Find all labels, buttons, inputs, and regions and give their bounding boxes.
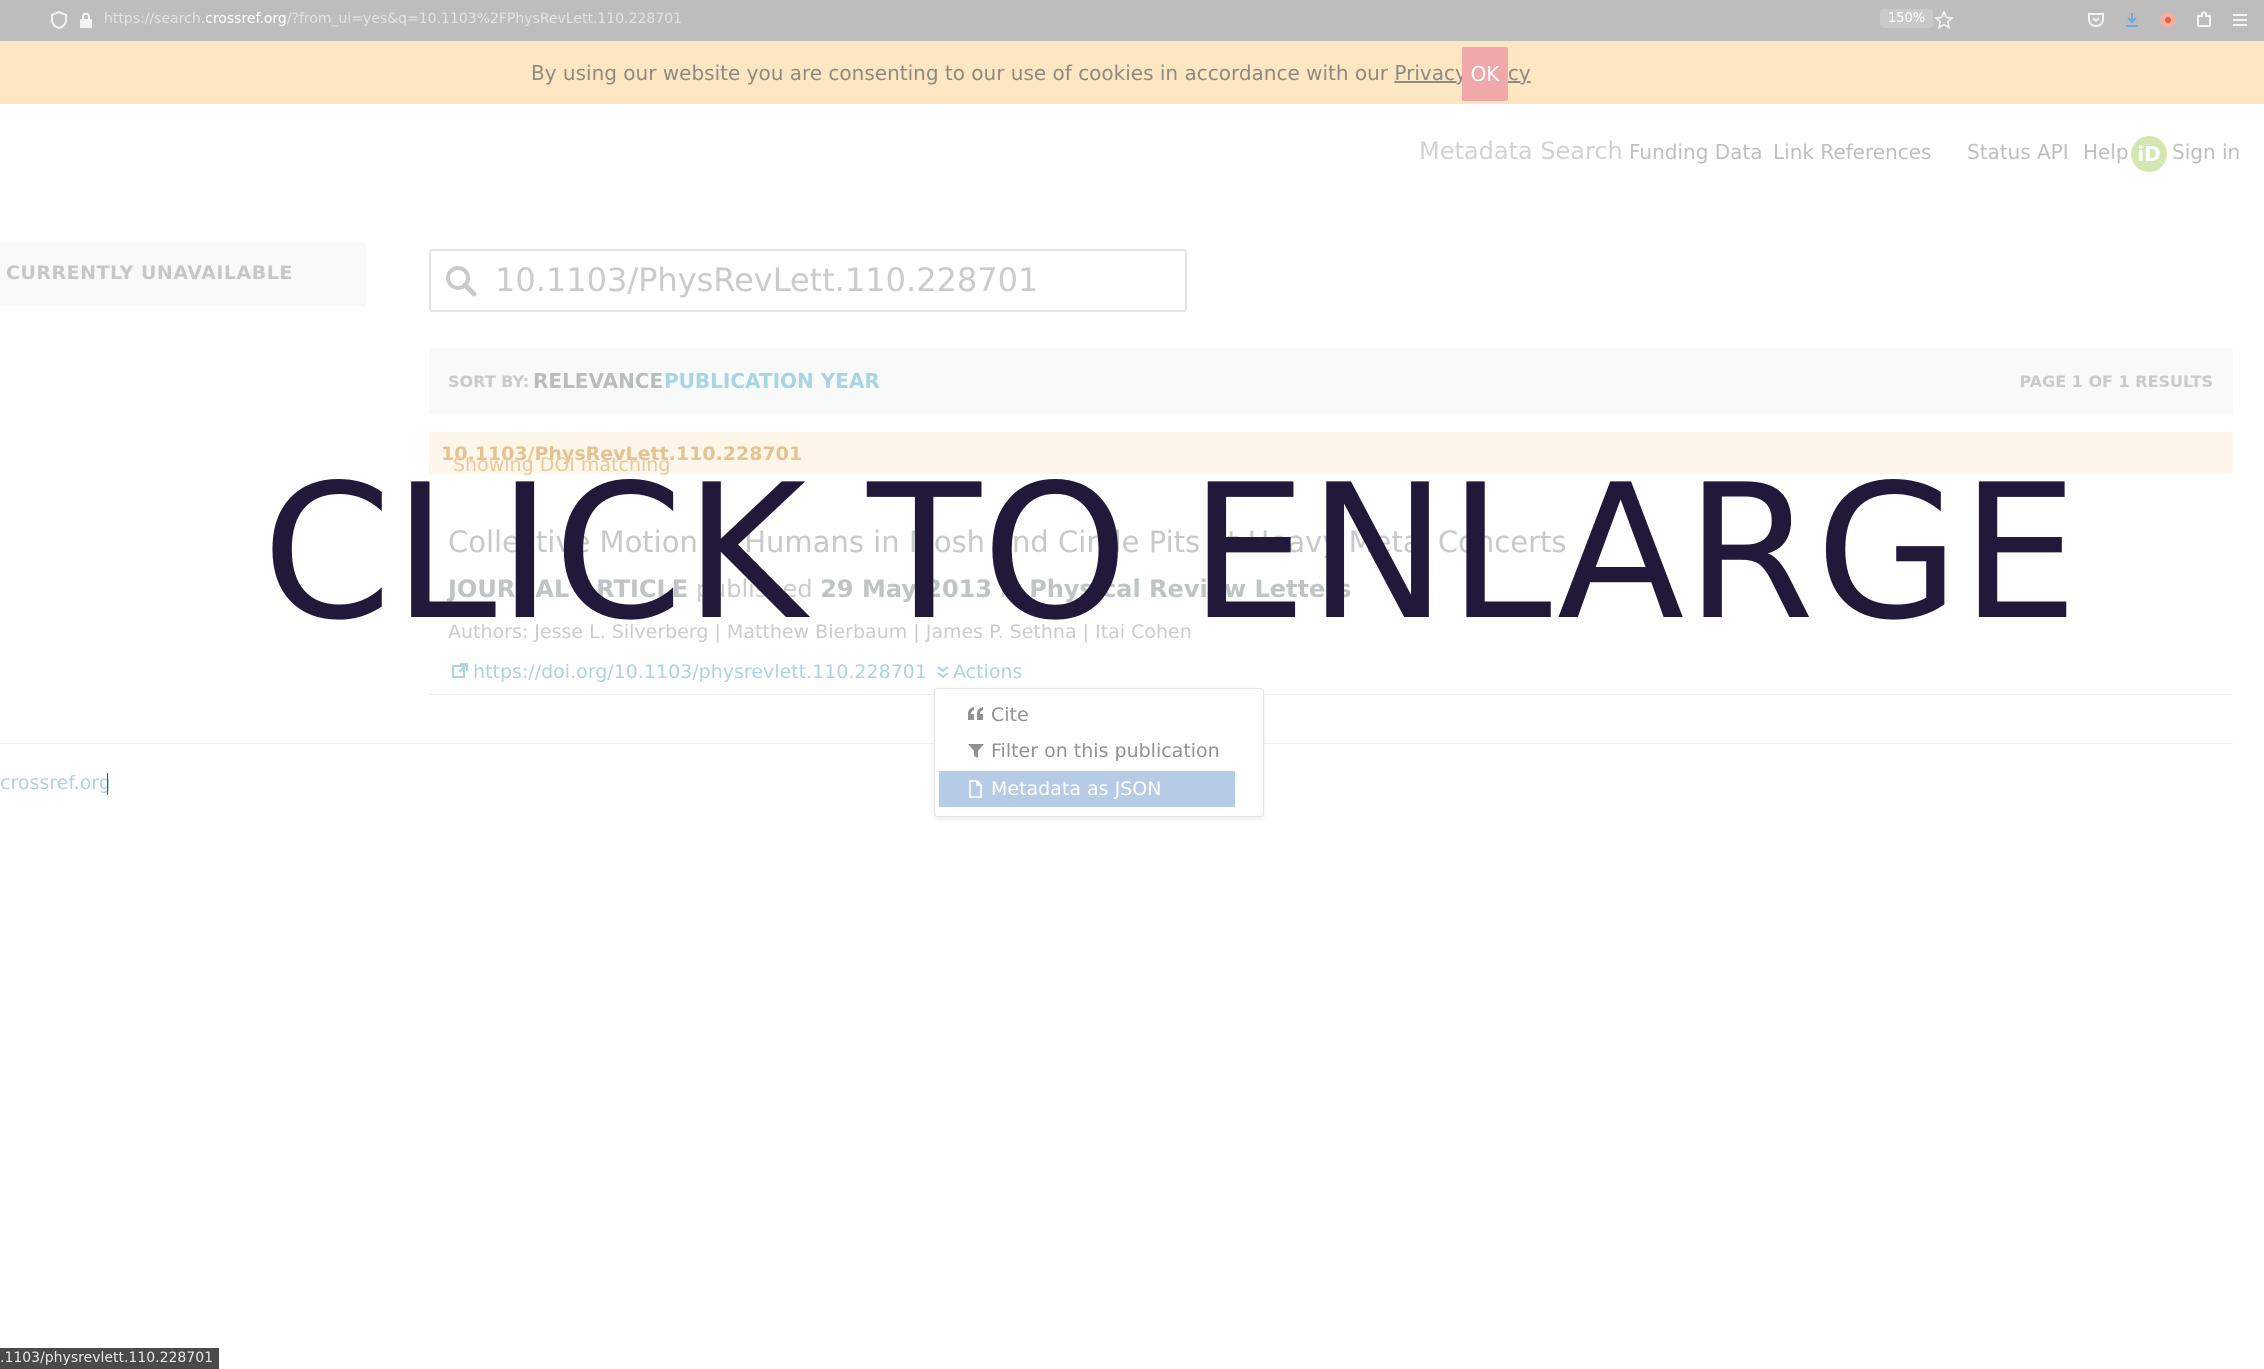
orcid-icon[interactable]: iD	[2131, 136, 2167, 172]
search-icon	[446, 266, 477, 297]
actions-button[interactable]: Actions	[936, 661, 1022, 683]
nav-metadata-search[interactable]: Metadata Search	[1419, 137, 1623, 165]
cookie-message: By using our website you are consenting …	[531, 61, 1531, 85]
menu-icon[interactable]	[2230, 10, 2250, 30]
shield-icon	[51, 10, 67, 30]
cookie-banner: By using our website you are consenting …	[0, 41, 2264, 104]
menu-item-filter[interactable]: Filter on this publication	[939, 733, 1235, 769]
sort-relevance[interactable]: RELEVANCE	[533, 369, 663, 393]
result-doi-link[interactable]: https://doi.org/10.1103/physrevlett.110.…	[451, 661, 927, 683]
external-link-icon	[452, 663, 468, 678]
menu-item-cite[interactable]: Cite	[939, 697, 1235, 733]
quote-icon	[968, 707, 983, 720]
nav-api[interactable]: API	[2037, 140, 2069, 164]
download-icon[interactable]	[2122, 10, 2142, 30]
nav-help[interactable]: Help	[2083, 140, 2129, 164]
pocket-icon[interactable]	[2086, 10, 2106, 30]
sort-by-label: SORT BY:	[448, 372, 530, 391]
nav-status[interactable]: Status	[1967, 140, 2031, 164]
zoom-level[interactable]: 150%	[1880, 9, 1934, 28]
cookie-ok-button[interactable]: OK	[1462, 47, 1508, 101]
actions-dropdown: Cite Filter on this publication Metadata…	[934, 688, 1264, 817]
page-count: PAGE 1 OF 1 RESULTS	[2019, 372, 2213, 391]
browser-toolbar: https://search.crossref.org/?from_ui=yes…	[0, 0, 2264, 41]
nav-link-references[interactable]: Link References	[1773, 140, 1931, 164]
nav-funding-data[interactable]: Funding Data	[1629, 140, 1763, 164]
search-box	[429, 249, 1187, 312]
click-to-enlarge-overlay[interactable]: CLICK TO ENLARGE	[262, 460, 2079, 646]
sort-publication-year[interactable]: PUBLICATION YEAR	[664, 369, 880, 393]
star-icon[interactable]	[1934, 10, 1954, 30]
document-icon	[969, 780, 982, 798]
extension-icon[interactable]	[2158, 10, 2178, 30]
search-input[interactable]	[493, 259, 1157, 301]
unavailable-label: CURRENTLY UNAVAILABLE	[6, 262, 293, 284]
sign-in-link[interactable]: Sign in	[2172, 140, 2240, 164]
lock-icon	[80, 12, 92, 28]
filter-icon	[968, 744, 984, 758]
text-caret	[107, 773, 108, 795]
left-panel: CURRENTLY UNAVAILABLE	[0, 242, 366, 306]
sort-bar: SORT BY: RELEVANCE PUBLICATION YEAR PAGE…	[429, 348, 2233, 414]
url-field[interactable]: https://search.crossref.org/?from_ui=yes…	[104, 11, 682, 27]
extensions-puzzle-icon[interactable]	[2194, 10, 2214, 30]
menu-item-metadata-json[interactable]: Metadata as JSON	[939, 771, 1235, 807]
result-divider	[429, 694, 2233, 695]
footer-crossref-link[interactable]: crossref.org	[0, 772, 111, 794]
browser-status-bar: .1103/physrevlett.110.228701	[0, 1348, 220, 1369]
double-chevron-down-icon	[937, 666, 949, 679]
